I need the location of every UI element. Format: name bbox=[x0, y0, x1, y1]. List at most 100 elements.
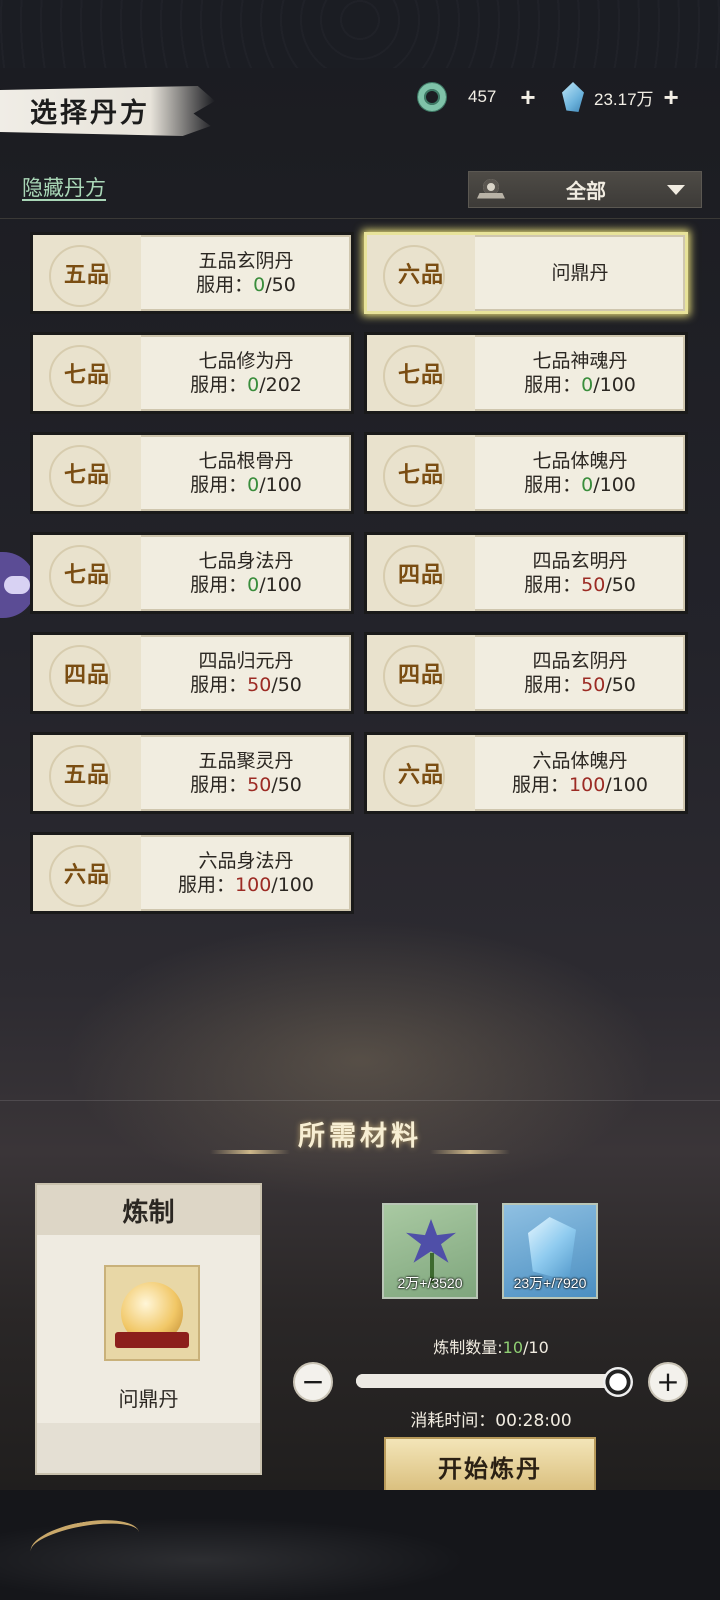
recipe-card[interactable]: 五品 五品聚灵丹 服用：50/50 bbox=[30, 732, 354, 814]
spirit-stone-icon bbox=[528, 1217, 576, 1281]
add-jade-button[interactable]: + bbox=[520, 82, 535, 113]
usage-count: 50 bbox=[581, 574, 606, 596]
slider-handle[interactable] bbox=[603, 1367, 633, 1397]
recipe-info: 七品体魄丹 服用：0/100 bbox=[475, 435, 685, 511]
usage-count: 0 bbox=[247, 474, 260, 496]
craft-header: 炼制 bbox=[37, 1185, 260, 1235]
usage-limit: /50 bbox=[605, 674, 636, 696]
recipe-card[interactable]: 四品 四品玄明丹 服用：50/50 bbox=[364, 532, 688, 614]
recipe-name: 五品聚灵丹 bbox=[198, 750, 294, 772]
recipe-usage: 服用：0/100 bbox=[524, 373, 636, 397]
usage-prefix: 服用： bbox=[190, 774, 248, 796]
chevron-down-icon bbox=[667, 184, 685, 195]
recipe-usage: 服用：0/100 bbox=[190, 573, 302, 597]
grade-label: 七品 bbox=[397, 462, 444, 488]
recipe-card[interactable]: 七品 七品体魄丹 服用：0/100 bbox=[364, 432, 688, 514]
usage-count: 0 bbox=[247, 574, 260, 596]
usage-limit: /100 bbox=[259, 574, 302, 596]
material-spirit-stone[interactable]: 23万+/7920 bbox=[502, 1203, 598, 1299]
recipe-info: 四品玄明丹 服用：50/50 bbox=[475, 535, 685, 611]
craft-panel: 炼制 问鼎丹 bbox=[35, 1183, 262, 1475]
recipe-usage: 服用：0/100 bbox=[524, 473, 636, 497]
recipe-card[interactable]: 七品 七品身法丹 服用：0/100 bbox=[30, 532, 354, 614]
usage-count: 50 bbox=[247, 774, 272, 796]
grade-badge: 五品 bbox=[33, 235, 141, 311]
recipe-info: 四品玄阴丹 服用：50/50 bbox=[475, 635, 685, 711]
quantity-current: 10 bbox=[502, 1338, 523, 1357]
decrease-quantity-button[interactable]: − bbox=[293, 1362, 333, 1402]
recipe-name: 六品体魄丹 bbox=[532, 750, 628, 772]
recipe-name: 七品身法丹 bbox=[198, 550, 294, 572]
materials-divider bbox=[0, 1100, 720, 1101]
recipe-card[interactable]: 七品 七品修为丹 服用：0/202 bbox=[30, 332, 354, 414]
recipe-name: 七品修为丹 bbox=[198, 350, 294, 372]
recipe-card[interactable]: 四品 四品玄阴丹 服用：50/50 bbox=[364, 632, 688, 714]
jade-amount: 457 bbox=[468, 87, 497, 106]
usage-prefix: 服用： bbox=[196, 274, 254, 296]
recipe-usage: 服用：50/50 bbox=[190, 673, 302, 697]
usage-count: 50 bbox=[247, 674, 272, 696]
recipe-card[interactable]: 六品 六品身法丹 服用：100/100 bbox=[30, 832, 354, 914]
usage-count: 100 bbox=[235, 874, 272, 896]
recipe-name: 四品归元丹 bbox=[198, 650, 294, 672]
increase-quantity-button[interactable]: + bbox=[648, 1362, 688, 1402]
crystal-amount: 23.17万 bbox=[594, 89, 654, 109]
craft-item-name: 问鼎丹 bbox=[118, 1387, 179, 1411]
recipe-usage: 服用：50/50 bbox=[190, 773, 302, 797]
recipe-info: 六品身法丹 服用：100/100 bbox=[141, 835, 351, 911]
quantity-label: 炼制数量:10/10 bbox=[382, 1334, 600, 1358]
hide-recipes-link[interactable]: 隐藏丹方 bbox=[22, 172, 106, 202]
recipe-card[interactable]: 六品 问鼎丹 bbox=[364, 232, 688, 314]
usage-prefix: 服用： bbox=[524, 474, 582, 496]
add-crystal-button[interactable]: + bbox=[664, 82, 679, 113]
grade-label: 七品 bbox=[397, 362, 444, 388]
grade-label: 五品 bbox=[63, 762, 110, 788]
recipe-name: 六品身法丹 bbox=[198, 850, 294, 872]
usage-limit: /100 bbox=[605, 774, 648, 796]
recipe-card[interactable]: 七品 七品根骨丹 服用：0/100 bbox=[30, 432, 354, 514]
grade-badge: 四品 bbox=[367, 635, 475, 711]
recipe-info: 七品修为丹 服用：0/202 bbox=[141, 335, 351, 411]
recipe-info: 五品聚灵丹 服用：50/50 bbox=[141, 735, 351, 811]
recipe-card[interactable]: 五品 五品玄阴丹 服用：0/50 bbox=[30, 232, 354, 314]
recipe-name: 五品玄阴丹 bbox=[198, 250, 294, 272]
stone-count: 23万+/7920 bbox=[513, 1275, 587, 1291]
usage-limit: /50 bbox=[271, 674, 302, 696]
usage-limit: /50 bbox=[265, 274, 296, 296]
crystal-icon bbox=[562, 82, 584, 112]
header-divider bbox=[0, 218, 720, 219]
recipe-info: 六品体魄丹 服用：100/100 bbox=[475, 735, 685, 811]
top-pattern-band bbox=[0, 0, 720, 68]
usage-prefix: 服用： bbox=[524, 674, 582, 696]
material-herb[interactable]: 2万+/3520 bbox=[382, 1203, 478, 1299]
recipe-usage: 服用：0/202 bbox=[190, 373, 302, 397]
time-cost-label: 消耗时间：00:28:00 bbox=[410, 1411, 572, 1431]
recipe-usage: 服用：50/50 bbox=[524, 673, 636, 697]
recipe-name: 七品根骨丹 bbox=[198, 450, 294, 472]
usage-limit: /202 bbox=[259, 374, 302, 396]
grade-filter-dropdown[interactable]: 全部 bbox=[468, 171, 702, 208]
filter-emblem-icon bbox=[477, 178, 505, 201]
recipe-usage: 服用：100/100 bbox=[178, 873, 314, 897]
usage-prefix: 服用： bbox=[190, 574, 248, 596]
usage-prefix: 服用： bbox=[178, 874, 236, 896]
usage-limit: /100 bbox=[259, 474, 302, 496]
craft-panel-footer bbox=[37, 1423, 260, 1473]
recipe-usage: 服用：0/100 bbox=[190, 473, 302, 497]
crystal-currency: 23.17万 + bbox=[562, 82, 679, 112]
page-title: 选择丹方 bbox=[30, 98, 150, 129]
grade-label: 六品 bbox=[397, 762, 444, 788]
recipe-card[interactable]: 四品 四品归元丹 服用：50/50 bbox=[30, 632, 354, 714]
grade-label: 四品 bbox=[397, 662, 444, 688]
grade-label: 七品 bbox=[63, 462, 110, 488]
grade-label: 四品 bbox=[397, 562, 444, 588]
quantity-slider[interactable] bbox=[356, 1374, 626, 1388]
recipe-card[interactable]: 七品 七品神魂丹 服用：0/100 bbox=[364, 332, 688, 414]
grade-badge: 七品 bbox=[367, 435, 475, 511]
usage-prefix: 服用： bbox=[190, 474, 248, 496]
start-refining-button[interactable]: 开始炼丹 bbox=[384, 1437, 596, 1495]
grade-label: 六品 bbox=[63, 862, 110, 888]
recipe-usage: 服用：100/100 bbox=[512, 773, 648, 797]
craft-item-slot[interactable] bbox=[104, 1265, 200, 1361]
recipe-card[interactable]: 六品 六品体魄丹 服用：100/100 bbox=[364, 732, 688, 814]
